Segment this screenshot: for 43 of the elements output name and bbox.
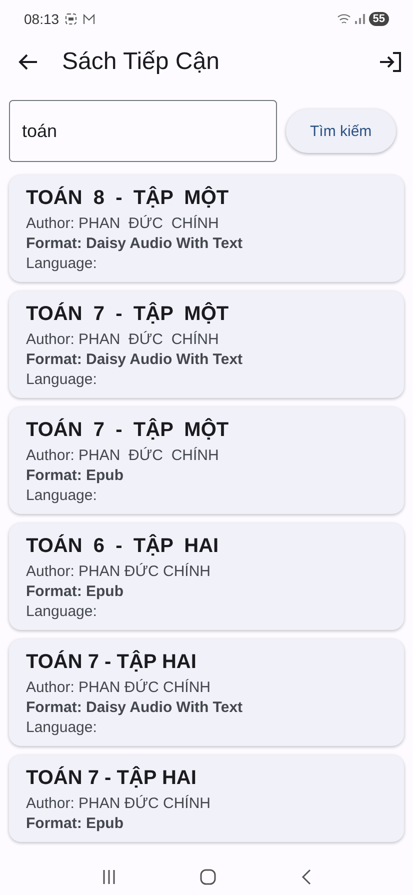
book-title: TOÁN 7 - TẬP HAI: [26, 651, 198, 674]
book-author: Author: PHAN ĐỨC CHÍNH: [26, 215, 220, 232]
back-nav-icon[interactable]: [300, 869, 311, 885]
book-card[interactable]: TOÁN 7 - TẬP HAI Author: PHAN ĐỨC CHÍNH Format: Daisy Audio With Text Language:: [9, 639, 404, 746]
screenshot-icon: [65, 13, 78, 25]
book-author: Author: PHAN ĐỨC CHÍNH: [26, 331, 220, 348]
book-author: Author: PHAN ĐỨC CHÍNH: [26, 795, 212, 812]
book-language: Language:: [26, 371, 98, 388]
book-title: TOÁN 8 - TẬP MỘT: [26, 187, 230, 210]
back-icon[interactable]: [18, 52, 38, 70]
book-author: Author: PHAN ĐỨC CHÍNH: [26, 447, 220, 464]
book-language: Language:: [26, 255, 98, 272]
login-icon[interactable]: [379, 52, 401, 72]
book-format: Format: Daisy Audio With Text: [26, 235, 244, 252]
search-button[interactable]: Tìm kiếm: [286, 109, 396, 153]
app-title: Sách Tiếp Cận: [62, 48, 220, 76]
wifi-icon: [336, 13, 351, 25]
book-author: Author: PHAN ĐỨC CHÍNH: [26, 679, 212, 696]
book-card[interactable]: TOÁN 7 - TẬP HAI Author: PHAN ĐỨC CHÍNH Format: Epub: [9, 755, 404, 842]
book-format: Format: Epub: [26, 583, 124, 600]
book-language: Language:: [26, 603, 98, 620]
search-field[interactable]: toán: [9, 100, 277, 162]
recents-icon[interactable]: [102, 869, 116, 885]
book-language: Language:: [26, 487, 98, 504]
book-author: Author: PHAN ĐỨC CHÍNH: [26, 563, 212, 580]
home-icon[interactable]: [200, 869, 216, 885]
book-format: Format: Daisy Audio With Text: [26, 351, 244, 368]
book-card[interactable]: TOÁN 8 - TẬP MỘT Author: PHAN ĐỨC CHÍNH Format: Daisy Audio With Text Language:: [9, 175, 404, 282]
book-title: TOÁN 7 - TẬP MỘT: [26, 303, 230, 326]
book-format: Format: Daisy Audio With Text: [26, 699, 244, 716]
book-language: Language:: [26, 719, 98, 736]
book-card[interactable]: TOÁN 6 - TẬP HAI Author: PHAN ĐỨC CHÍNH Format: Epub Language:: [9, 523, 404, 630]
book-title: TOÁN 7 - TẬP MỘT: [26, 419, 230, 442]
mail-icon: [83, 14, 96, 24]
status-time: 08:13: [24, 11, 60, 27]
book-title: TOÁN 7 - TẬP HAI: [26, 767, 198, 790]
book-card[interactable]: TOÁN 7 - TẬP MỘT Author: PHAN ĐỨC CHÍNH Format: Daisy Audio With Text Language:: [9, 291, 404, 398]
book-format: Format: Epub: [26, 815, 124, 832]
book-card[interactable]: TOÁN 7 - TẬP MỘT Author: PHAN ĐỨC CHÍNH Format: Epub Language:: [9, 407, 404, 514]
signal-icon: [354, 14, 365, 24]
battery-level: 55: [368, 12, 389, 26]
book-title: TOÁN 6 - TẬP HAI: [26, 535, 220, 558]
book-format: Format: Epub: [26, 467, 124, 484]
